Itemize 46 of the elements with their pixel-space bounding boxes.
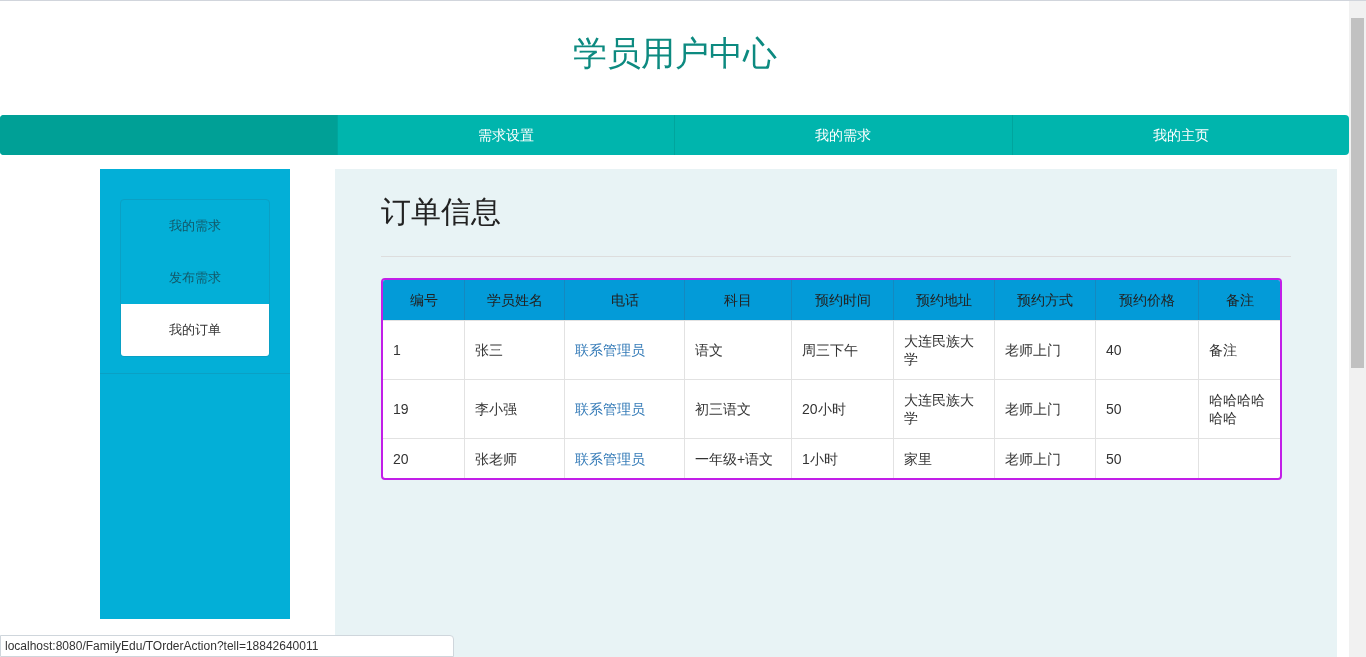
sidebar-item[interactable]: 我的订单 bbox=[121, 304, 269, 356]
table-cell: 50 bbox=[1096, 438, 1199, 478]
table-cell: 周三下午 bbox=[792, 320, 894, 379]
table-cell: 20 bbox=[383, 438, 465, 478]
table-cell: 1小时 bbox=[792, 438, 894, 478]
column-header: 预约地址 bbox=[894, 280, 995, 320]
contact-link[interactable]: 联系管理员 bbox=[565, 320, 685, 379]
table-cell: 大连民族大学 bbox=[894, 320, 995, 379]
column-header: 预约时间 bbox=[792, 280, 894, 320]
sidebar-item[interactable]: 我的需求 bbox=[121, 200, 269, 252]
table-cell: 老师上门 bbox=[995, 379, 1096, 438]
column-header: 电话 bbox=[565, 280, 685, 320]
column-header: 备注 bbox=[1199, 280, 1280, 320]
contact-link[interactable]: 联系管理员 bbox=[565, 438, 685, 478]
column-header: 预约价格 bbox=[1096, 280, 1199, 320]
table-cell: 李小强 bbox=[465, 379, 565, 438]
column-header: 科目 bbox=[685, 280, 792, 320]
scrollbar[interactable] bbox=[1349, 1, 1366, 657]
table-cell: 40 bbox=[1096, 320, 1199, 379]
nav-link[interactable]: 需求设置 bbox=[337, 115, 675, 155]
table-cell: 老师上门 bbox=[995, 320, 1096, 379]
table-cell: 语文 bbox=[685, 320, 792, 379]
table-cell: 备注 bbox=[1199, 320, 1280, 379]
page-title: 学员用户中心 bbox=[572, 32, 777, 74]
table-cell: 张三 bbox=[465, 320, 565, 379]
scrollbar-thumb[interactable] bbox=[1351, 18, 1364, 368]
table-cell: 哈哈哈哈哈哈 bbox=[1199, 379, 1280, 438]
sidebar-item[interactable]: 发布需求 bbox=[121, 252, 269, 304]
table-cell: 19 bbox=[383, 379, 465, 438]
table-cell: 50 bbox=[1096, 379, 1199, 438]
column-header: 编号 bbox=[383, 280, 465, 320]
table-cell: 一年级+语文 bbox=[685, 438, 792, 478]
table-cell: 家里 bbox=[894, 438, 995, 478]
column-header: 学员姓名 bbox=[465, 280, 565, 320]
status-url: localhost:8080/FamilyEdu/TOrderAction?tell=18842640011 bbox=[0, 635, 454, 657]
column-header: 预约方式 bbox=[995, 280, 1096, 320]
table-cell: 张老师 bbox=[465, 438, 565, 478]
table-cell: 老师上门 bbox=[995, 438, 1096, 478]
nav-link[interactable]: 我的主页 bbox=[1011, 115, 1349, 155]
nav-link[interactable]: 我的需求 bbox=[674, 115, 1012, 155]
table-cell: 初三语文 bbox=[685, 379, 792, 438]
table-cell: 20小时 bbox=[792, 379, 894, 438]
table-cell: 大连民族大学 bbox=[894, 379, 995, 438]
section-heading: 订单信息 bbox=[381, 189, 1291, 257]
table-cell: 1 bbox=[383, 320, 465, 379]
contact-link[interactable]: 联系管理员 bbox=[565, 379, 685, 438]
